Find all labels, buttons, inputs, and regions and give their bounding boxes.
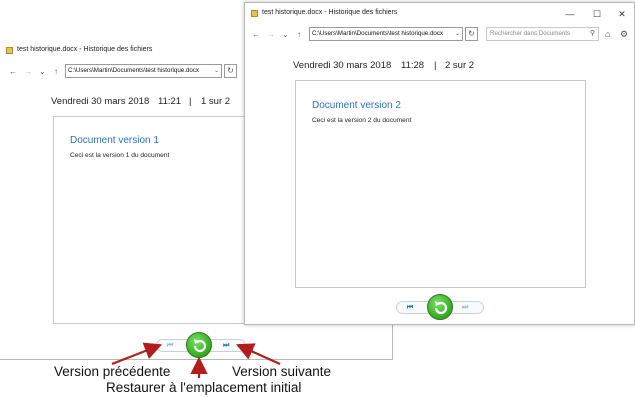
- up-arrow-icon[interactable]: ↑: [297, 29, 301, 41]
- previous-version-icon[interactable]: ⏮: [167, 340, 173, 351]
- up-arrow-icon[interactable]: ↑: [54, 66, 58, 78]
- previous-version-icon[interactable]: ⏮: [407, 302, 413, 313]
- refresh-icon[interactable]: ↻: [224, 64, 237, 78]
- back-version-counter: 1 sur 2: [201, 96, 231, 107]
- file-history-app-icon: [6, 47, 13, 54]
- back-version-date: Vendredi 30 mars 2018: [51, 96, 150, 107]
- address-dropdown-icon[interactable]: ⌄: [214, 65, 219, 77]
- home-icon[interactable]: ⌂: [605, 28, 610, 40]
- restore-arrow-icon: [193, 339, 207, 353]
- search-placeholder: Rechercher dans Documents: [490, 30, 571, 37]
- back-document-heading: Document version 1: [70, 135, 159, 146]
- recent-locations-icon[interactable]: ⌄: [39, 66, 46, 78]
- front-window-title: test historique.docx - Historique des fi…: [262, 9, 398, 16]
- next-version-icon[interactable]: ⏭: [462, 302, 468, 313]
- address-dropdown-icon[interactable]: ⌄: [455, 28, 460, 40]
- back-document-text: Ceci est la version 1 du document: [70, 152, 170, 159]
- next-version-icon[interactable]: ⏭: [223, 340, 229, 351]
- front-version-info: Vendredi 30 mars 2018 11:28 | 2 sur 2: [293, 60, 493, 72]
- settings-gear-icon[interactable]: ⚙: [620, 28, 628, 40]
- back-address-bar[interactable]: C:\Users\Martin\Documents\test historiqu…: [65, 64, 222, 78]
- refresh-icon[interactable]: ↻: [465, 27, 478, 41]
- restore-callout: Restaurer à l'emplacement initial: [106, 380, 302, 395]
- back-arrow-icon[interactable]: ←: [9, 66, 17, 78]
- minimize-button[interactable]: —: [559, 7, 581, 21]
- back-separator: |: [189, 96, 192, 107]
- front-address-bar[interactable]: C:\Users\Martin\Documents\test historiqu…: [309, 27, 463, 41]
- restore-button[interactable]: [427, 294, 453, 320]
- back-document-preview[interactable]: Document version 1 Ceci est la version 1…: [53, 116, 253, 324]
- front-title-bar: test historique.docx - Historique des fi…: [245, 3, 634, 25]
- recent-locations-icon[interactable]: ⌄: [282, 29, 289, 41]
- front-document-text: Ceci est la version 2 du document: [312, 117, 412, 124]
- back-address-text: C:\Users\Martin\Documents\test historiqu…: [68, 67, 200, 74]
- front-address-row: ← → ⌄ ↑ C:\Users\Martin\Documents\test h…: [245, 27, 634, 43]
- forward-arrow-icon[interactable]: →: [24, 66, 32, 78]
- front-document-preview[interactable]: Document version 2 Ceci est la version 2…: [295, 80, 586, 288]
- previous-version-callout: Version précédente: [54, 364, 171, 379]
- forward-arrow-icon[interactable]: →: [267, 29, 275, 41]
- front-version-time: 11:28: [401, 60, 425, 71]
- back-arrow-icon[interactable]: ←: [252, 29, 260, 41]
- back-version-info: Vendredi 30 mars 2018 11:21 | 1 sur 2: [51, 96, 251, 108]
- back-version-time: 11:21: [158, 96, 182, 107]
- file-history-app-icon: [251, 10, 258, 17]
- next-version-callout: Version suivante: [232, 364, 332, 379]
- front-separator: |: [434, 60, 437, 71]
- search-icon: ⚲: [589, 30, 595, 37]
- search-input[interactable]: Rechercher dans Documents ⚲: [486, 27, 599, 41]
- back-window-title: test historique.docx - Historique des fi…: [17, 46, 153, 53]
- front-history-window: test historique.docx - Historique des fi…: [244, 2, 635, 325]
- maximize-button[interactable]: ☐: [586, 7, 608, 21]
- front-version-date: Vendredi 30 mars 2018: [293, 60, 392, 71]
- front-version-counter: 2 sur 2: [445, 60, 475, 71]
- restore-button[interactable]: [186, 332, 212, 358]
- front-document-heading: Document version 2: [312, 100, 401, 111]
- front-address-text: C:\Users\Martin\Documents\test historiqu…: [312, 30, 444, 37]
- close-button[interactable]: ✕: [611, 7, 633, 21]
- restore-arrow-icon: [434, 301, 448, 315]
